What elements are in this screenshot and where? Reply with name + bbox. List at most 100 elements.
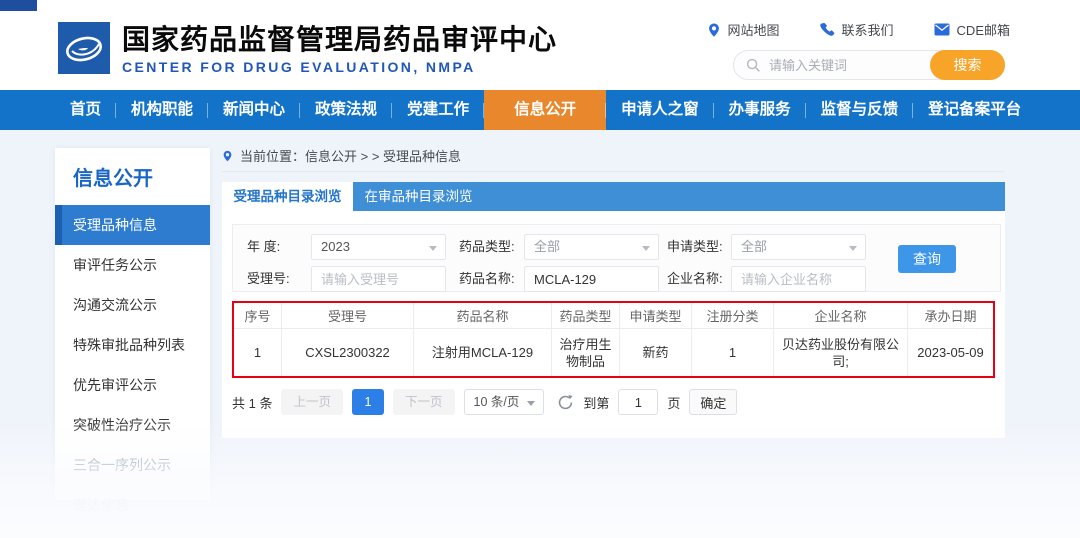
goto-page-suffix: 页 — [667, 395, 681, 411]
drug-type-label: 药品类型: — [459, 239, 515, 254]
sidebar-item-communication[interactable]: 沟通交流公示 — [55, 285, 210, 325]
nav-item-applicant-window[interactable]: 申请人之窗 — [606, 90, 714, 130]
col-header-drug-name: 药品名称 — [414, 303, 552, 329]
tab-under-review-catalog[interactable]: 在审品种目录浏览 — [353, 182, 484, 211]
site-header: 国家药品监督管理局药品审评中心 CENTER FOR DRUG EVALUATI… — [0, 0, 1080, 90]
site-subtitle: CENTER FOR DRUG EVALUATION, NMPA — [122, 59, 476, 75]
location-pin-icon — [708, 22, 719, 37]
prev-page-button[interactable]: 上一页 — [281, 389, 343, 415]
sidebar-item-priority-review[interactable]: 优先审评公示 — [55, 365, 210, 405]
goto-page-input[interactable] — [618, 389, 659, 415]
col-header-acceptance-no: 受理号 — [282, 303, 414, 329]
total-count: 共 1 条 — [232, 395, 273, 411]
year-select-value: 2023 — [321, 239, 350, 254]
pagination: 共 1 条 上一页 1 下一页 10 条/页 到第 页 确定 — [232, 389, 738, 415]
search-icon — [746, 58, 760, 72]
tab-accepted-catalog[interactable]: 受理品种目录浏览 — [222, 182, 353, 211]
company-name-input[interactable] — [731, 266, 866, 292]
col-header-reg-category: 注册分类 — [692, 303, 774, 329]
phone-icon — [819, 22, 834, 36]
current-page-button[interactable]: 1 — [351, 389, 384, 415]
confirm-button[interactable]: 确定 — [689, 389, 738, 415]
breadcrumb-pin-icon — [223, 150, 232, 161]
col-header-company: 企业名称 — [774, 303, 908, 329]
col-header-date: 承办日期 — [908, 303, 993, 329]
cde-mail-link[interactable]: CDE邮箱 — [934, 20, 1010, 39]
nav-item-functions[interactable]: 机构职能 — [116, 90, 209, 130]
drug-type-select[interactable]: 全部 — [524, 234, 659, 260]
goto-page-prefix: 到第 — [583, 395, 610, 411]
chevron-down-icon — [642, 246, 650, 251]
cde-mail-link-label: CDE邮箱 — [956, 23, 1010, 38]
filter-panel: 年 度: 2023 药品类型: 全部 申请类型: 全部 受理号: 药品名称: 企… — [232, 224, 1001, 292]
mail-icon — [934, 23, 950, 36]
table-row[interactable]: 1 CXSL2300322 注射用MCLA-129 治疗用生物制品 新药 1 贝… — [234, 329, 993, 376]
year-select[interactable]: 2023 — [311, 234, 446, 260]
cell-drug-name: 注射用MCLA-129 — [414, 329, 552, 376]
apply-type-label: 申请类型: — [667, 239, 723, 254]
nav-item-home[interactable]: 首页 — [55, 90, 117, 130]
brand-block: 国家药品监督管理局药品审评中心 CENTER FOR DRUG EVALUATI… — [122, 24, 557, 75]
main-nav: 首页 机构职能 新闻中心 政策法规 党建工作 信息公开 申请人之窗 办事服务 监… — [0, 90, 1080, 130]
col-header-index: 序号 — [234, 303, 282, 329]
nav-item-services[interactable]: 办事服务 — [714, 90, 806, 130]
contact-link-label: 联系我们 — [841, 23, 894, 38]
year-label: 年 度: — [247, 239, 281, 254]
breadcrumb: 当前位置：信息公开 > > 受理品种信息 — [222, 140, 1005, 172]
search-button[interactable]: 搜索 — [930, 50, 1005, 80]
nav-item-news[interactable]: 新闻中心 — [208, 90, 301, 130]
drug-type-select-value: 全部 — [534, 239, 561, 254]
sidebar-item-three-in-one[interactable]: 三合一序列公示 — [55, 445, 210, 485]
nav-item-supervision[interactable]: 监督与反馈 — [806, 90, 914, 130]
acceptance-no-label: 受理号: — [247, 271, 290, 286]
page-size-value: 10 条/页 — [473, 395, 520, 409]
refresh-button[interactable] — [557, 394, 574, 411]
breadcrumb-text: 当前位置：信息公开 > > 受理品种信息 — [240, 149, 462, 164]
sidebar-item-special-approval[interactable]: 特殊审批品种列表 — [55, 325, 210, 365]
sidebar: 信息公开 受理品种信息 审评任务公示 沟通交流公示 特殊审批品种列表 优先审评公… — [55, 148, 210, 513]
results-table: 序号 受理号 药品名称 药品类型 申请类型 注册分类 企业名称 承办日期 1 C… — [232, 301, 995, 378]
top-utility-links: 网站地图 联系我们 CDE邮箱 — [707, 20, 1010, 39]
chevron-down-icon — [849, 246, 857, 251]
col-header-drug-type: 药品类型 — [552, 303, 620, 329]
cde-website-screenshot: 国家药品监督管理局药品审评中心 CENTER FOR DRUG EVALUATI… — [0, 0, 1080, 538]
content-card: 年 度: 2023 药品类型: 全部 申请类型: 全部 受理号: 药品名称: 企… — [222, 211, 1005, 438]
sidebar-item-accepted-varieties[interactable]: 受理品种信息 — [55, 205, 210, 245]
nav-item-policies[interactable]: 政策法规 — [300, 90, 393, 130]
contact-link[interactable]: 联系我们 — [819, 20, 894, 39]
cell-apply-type: 新药 — [620, 329, 692, 376]
sidebar-item-breakthrough-therapy[interactable]: 突破性治疗公示 — [55, 405, 210, 445]
nav-item-info-disclosure[interactable]: 信息公开 — [484, 90, 607, 130]
col-header-apply-type: 申请类型 — [620, 303, 692, 329]
company-name-label: 企业名称: — [667, 271, 723, 286]
site-search: 搜索 — [733, 50, 1005, 80]
drug-name-input[interactable] — [524, 266, 659, 292]
cde-logo[interactable] — [58, 22, 110, 74]
cell-company: 贝达药业股份有限公司; — [774, 329, 908, 376]
cde-logo-swirl-icon — [66, 36, 102, 62]
sidebar-title: 信息公开 — [73, 168, 153, 190]
next-page-button[interactable]: 下一页 — [392, 389, 455, 415]
query-button[interactable]: 查询 — [898, 245, 956, 273]
refresh-icon — [559, 394, 573, 409]
nav-item-party[interactable]: 党建工作 — [392, 90, 485, 130]
nav-item-registration-platform[interactable]: 登记备案平台 — [913, 90, 1036, 130]
sidebar-item-review-tasks[interactable]: 审评任务公示 — [55, 245, 210, 285]
site-title: 国家药品监督管理局药品审评中心 — [122, 24, 558, 55]
apply-type-select[interactable]: 全部 — [731, 234, 866, 260]
tab-bar: 受理品种目录浏览 在审品种目录浏览 — [222, 182, 1005, 211]
search-input[interactable] — [769, 57, 929, 73]
sitemap-link-label: 网站地图 — [727, 23, 780, 38]
table-header-row: 序号 受理号 药品名称 药品类型 申请类型 注册分类 企业名称 承办日期 — [234, 303, 993, 329]
cell-index: 1 — [234, 329, 282, 376]
cell-drug-type: 治疗用生物制品 — [552, 329, 620, 376]
acceptance-no-input[interactable] — [311, 266, 446, 292]
main-content: 当前位置：信息公开 > > 受理品种信息 受理品种目录浏览 在审品种目录浏览 年… — [222, 140, 1005, 438]
chevron-down-icon — [527, 401, 536, 406]
drug-name-label: 药品名称: — [459, 271, 515, 286]
corner-strip — [0, 0, 37, 11]
page-size-select[interactable]: 10 条/页 — [463, 389, 545, 415]
cell-reg-category: 1 — [692, 329, 774, 376]
sitemap-link[interactable]: 网站地图 — [707, 20, 780, 39]
sidebar-item-delivery-info[interactable]: 送达信息 — [55, 485, 210, 525]
